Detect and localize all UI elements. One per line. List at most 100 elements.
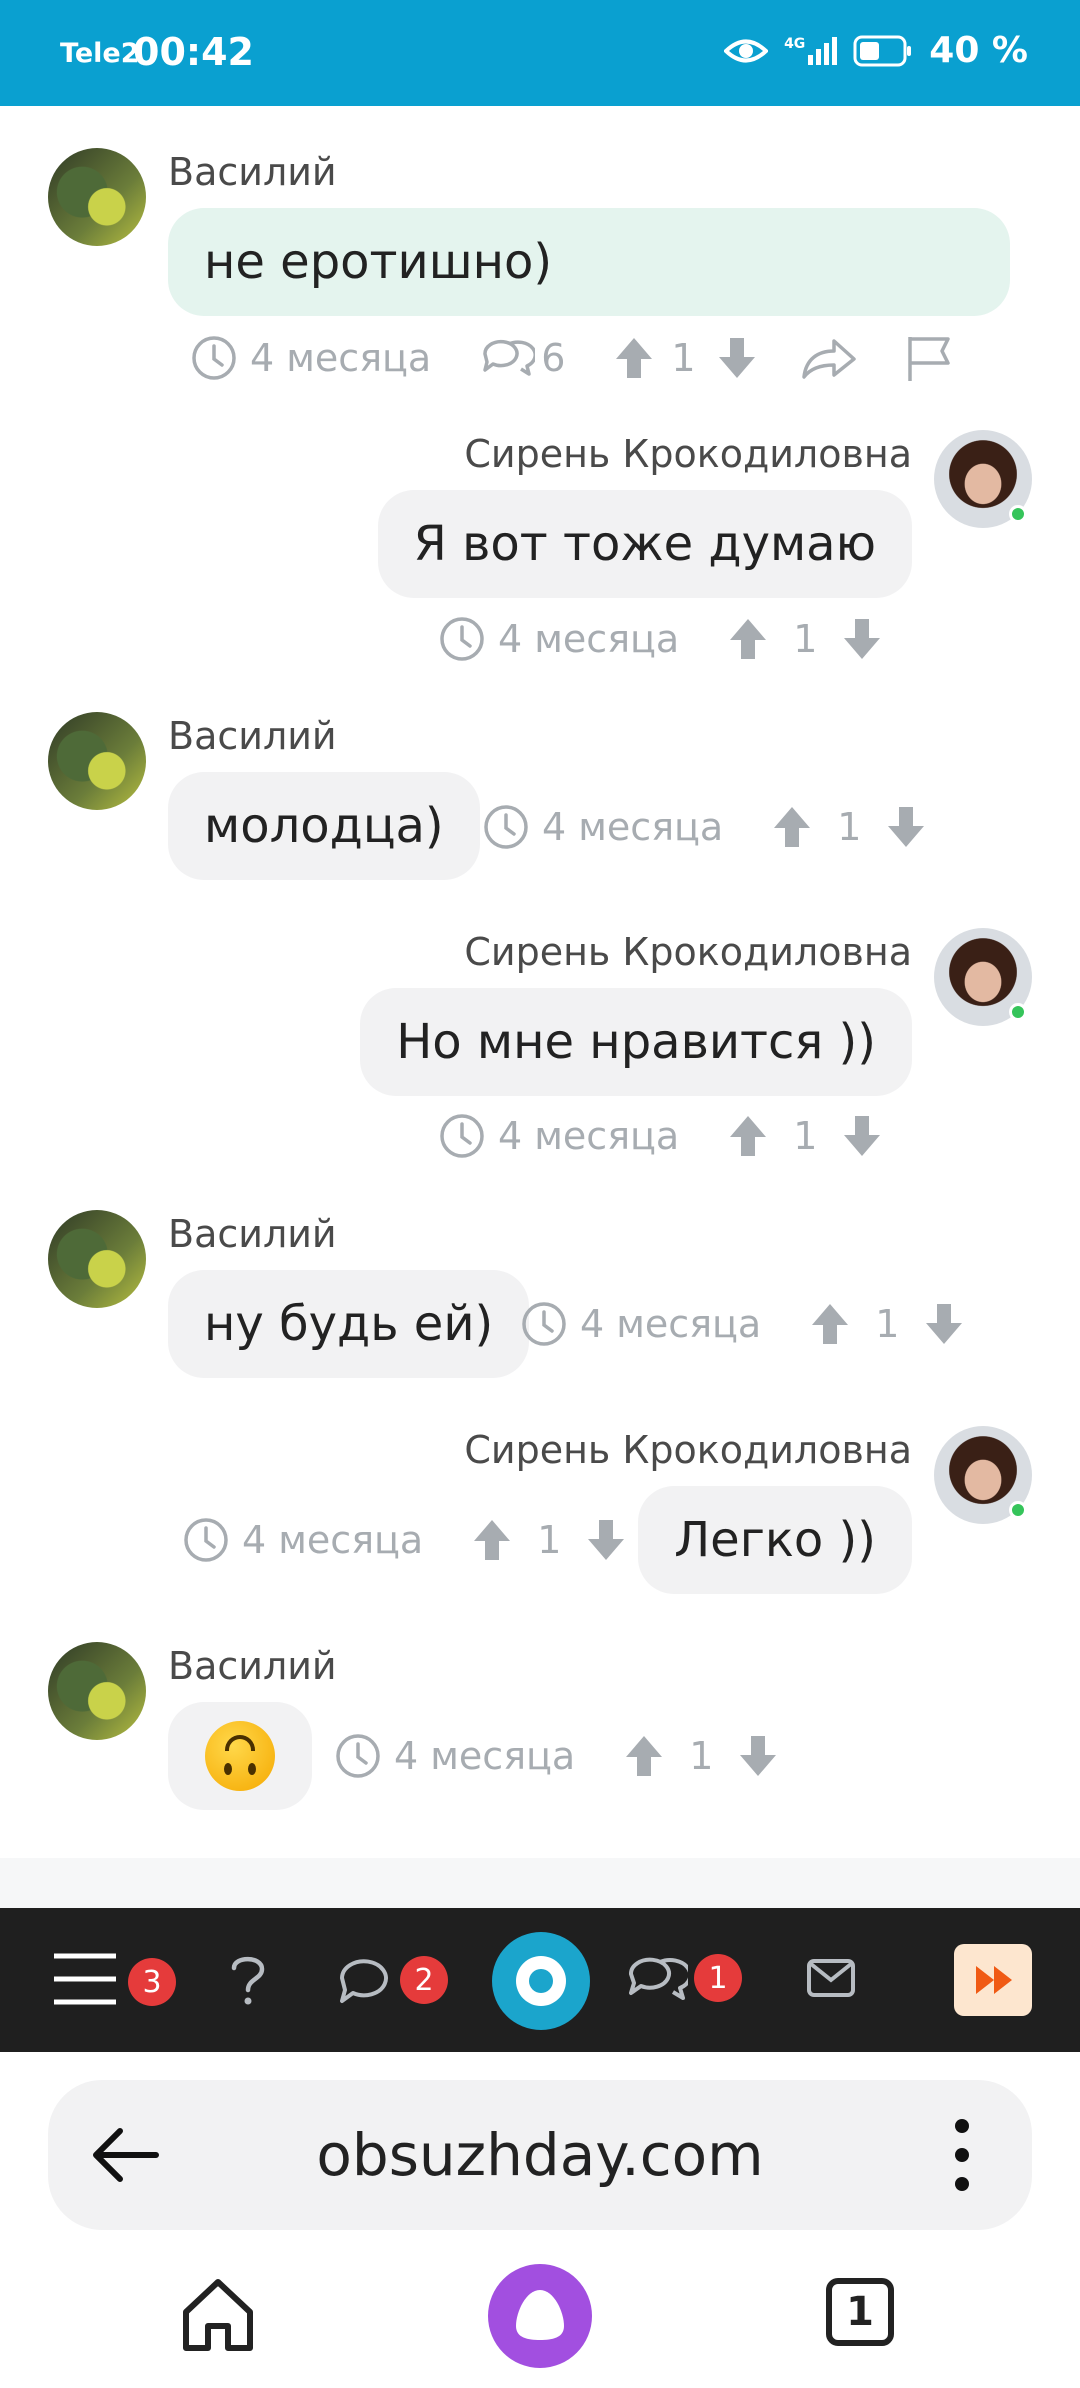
tabs-button[interactable]: 1 (826, 2278, 894, 2346)
alice-icon (516, 2290, 564, 2340)
url-text[interactable]: obsuzhday.com (48, 2080, 1032, 2230)
comment-meta: 4 месяца 1 (334, 1726, 779, 1786)
downvote-icon[interactable] (737, 1733, 779, 1779)
clock-icon (482, 803, 530, 851)
page-footer-strip (0, 1858, 1080, 1908)
clock: 00:42 (133, 30, 254, 74)
vote-count: 1 (837, 805, 862, 849)
question-icon (231, 1956, 265, 2005)
kebab-menu-icon (955, 2119, 969, 2191)
comment-text: Легко )) (638, 1486, 912, 1594)
comment-thread: Василий не еротишно) 4 месяца 6 1 Сирень… (0, 106, 1080, 1858)
messages-button[interactable] (336, 1954, 392, 2004)
downvote-icon[interactable] (885, 804, 927, 850)
downvote-icon[interactable] (841, 616, 883, 662)
comments-button[interactable] (626, 1952, 693, 2006)
network-icon: 4G (784, 35, 838, 65)
comment-meta: 4 месяца 6 1 (190, 328, 954, 388)
upside-down-face-icon (205, 1721, 275, 1791)
network-type: 4G (784, 35, 806, 52)
clock-icon (182, 1516, 230, 1564)
browser-bottom-bar: 1 (0, 2250, 1080, 2388)
help-button[interactable] (226, 1952, 270, 2008)
site-nav-bar: 3 2 1 (0, 1908, 1080, 2052)
upvote-icon[interactable] (727, 1113, 769, 1159)
comment-author[interactable]: Василий (168, 1644, 337, 1688)
hamburger-icon (54, 1953, 116, 2005)
comment-time: 4 месяца (498, 1114, 680, 1158)
carrier-label: Tele2 (60, 38, 140, 69)
upvote-icon[interactable] (727, 616, 769, 662)
online-indicator (1009, 1003, 1027, 1021)
browser-url-bar[interactable]: obsuzhday.com (48, 2080, 1032, 2230)
replies-count[interactable]: 6 (541, 336, 565, 380)
share-icon[interactable] (800, 335, 858, 381)
comment-meta: 4 месяца 1 (520, 1294, 965, 1354)
flag-icon[interactable] (904, 333, 954, 383)
avatar-vasily[interactable] (48, 1210, 146, 1308)
house-icon (183, 2279, 253, 2351)
upvote-icon[interactable] (809, 1301, 851, 1347)
menu-button[interactable] (52, 1950, 118, 2008)
downvote-icon[interactable] (841, 1113, 883, 1159)
messages-badge: 2 (400, 1956, 448, 2004)
avatar-vasily[interactable] (48, 1642, 146, 1740)
status-right: 4G 40 % (724, 30, 1028, 71)
comment-meta: 4 месяца 1 (438, 609, 883, 669)
upvote-icon[interactable] (623, 1733, 665, 1779)
comments-icon (628, 1957, 693, 2000)
replies-icon[interactable] (479, 336, 536, 380)
menu-badge: 3 (128, 1958, 176, 2006)
downvote-icon[interactable] (585, 1517, 627, 1563)
comment-time: 4 месяца (394, 1734, 576, 1778)
comment-author[interactable]: Сирень Крокодиловна (464, 1428, 912, 1472)
comment-time: 4 месяца (542, 805, 724, 849)
comment-meta: 4 месяца 1 (182, 1510, 627, 1570)
upvote-icon[interactable] (613, 335, 655, 381)
comment-author[interactable]: Василий (168, 1212, 337, 1256)
alice-assistant-button[interactable] (488, 2264, 592, 2368)
comment-time: 4 месяца (498, 617, 680, 661)
eye-icon (724, 39, 769, 62)
fast-forward-icon (976, 1966, 1012, 1994)
clock-icon (334, 1732, 382, 1780)
clock-icon (438, 615, 486, 663)
comment-author[interactable]: Сирень Крокодиловна (464, 432, 912, 476)
more-options-button[interactable] (950, 2116, 974, 2194)
upvote-icon[interactable] (471, 1517, 513, 1563)
vote-count: 1 (537, 1518, 562, 1562)
comment-author[interactable]: Сирень Крокодиловна (464, 930, 912, 974)
comment-text: ну будь ей) (168, 1270, 530, 1378)
downvote-icon[interactable] (716, 335, 758, 381)
tabs-count: 1 (846, 2289, 874, 2335)
avatar-vasily[interactable] (48, 148, 146, 246)
comment-author[interactable]: Василий (168, 714, 337, 758)
vote-count: 1 (671, 336, 696, 380)
logo-inner (529, 1969, 553, 1993)
home-logo-button[interactable] (492, 1932, 590, 2030)
comment-time: 4 месяца (242, 1518, 424, 1562)
vote-count: 1 (793, 617, 818, 661)
envelope-icon (807, 1959, 855, 1997)
comment-text: Но мне нравится )) (360, 988, 912, 1096)
home-button[interactable] (178, 2274, 258, 2356)
clock-icon (190, 334, 238, 382)
upvote-icon[interactable] (771, 804, 813, 850)
online-indicator (1009, 505, 1027, 523)
comment-time: 4 месяца (250, 336, 432, 380)
comment-meta: 4 месяца 1 (482, 797, 927, 857)
battery-level: 40 % (929, 30, 1028, 71)
fast-forward-button[interactable] (954, 1944, 1032, 2016)
avatar-vasily[interactable] (48, 712, 146, 810)
clock-icon (438, 1112, 486, 1160)
comment-emoji-bubble (168, 1702, 312, 1810)
comments-badge: 1 (694, 1954, 742, 2002)
comment-author[interactable]: Василий (168, 150, 337, 194)
vote-count: 1 (793, 1114, 818, 1158)
vote-count: 1 (875, 1302, 900, 1346)
comment-meta: 4 месяца 1 (438, 1106, 883, 1166)
mail-button[interactable] (806, 1958, 856, 1998)
status-bar: Tele2 00:42 4G 40 % (0, 0, 1080, 106)
clock-icon (520, 1300, 568, 1348)
downvote-icon[interactable] (923, 1301, 965, 1347)
